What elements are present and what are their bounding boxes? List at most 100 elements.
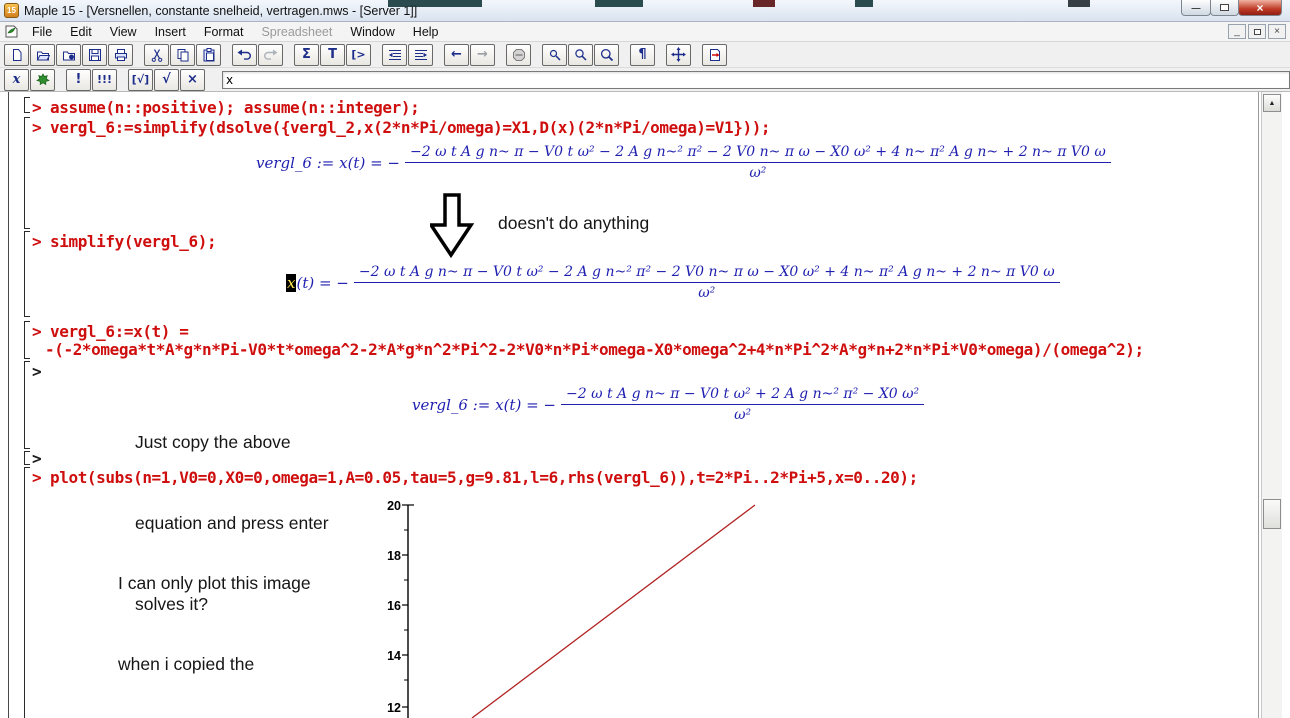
cut-button[interactable] bbox=[144, 44, 169, 66]
evaluate-worksheet-button[interactable]: Σ bbox=[294, 44, 319, 66]
open-url-button[interactable] bbox=[56, 44, 81, 66]
open-url-icon bbox=[62, 48, 76, 62]
input-prompt: > bbox=[32, 98, 41, 117]
check-syntax-button[interactable]: [√] bbox=[128, 69, 153, 91]
mdi-restore-icon bbox=[1254, 29, 1261, 35]
menu-format[interactable]: Format bbox=[195, 23, 253, 41]
mdi-minimize-button[interactable]: _ bbox=[1228, 24, 1246, 39]
copy-button[interactable] bbox=[170, 44, 195, 66]
menu-window[interactable]: Window bbox=[341, 23, 403, 41]
sigma-icon: Σ bbox=[302, 48, 311, 61]
stop-icon bbox=[512, 48, 526, 62]
output-equation-1: vergl_6 := x(t) = − −2 ω t A g n~ π − V0… bbox=[256, 144, 1111, 181]
maple-doc-icon bbox=[4, 24, 19, 39]
show-invisible-marks-button[interactable]: ¶ bbox=[630, 44, 655, 66]
group-bracket bbox=[24, 231, 30, 317]
redo-button[interactable] bbox=[258, 44, 283, 66]
insert-maple-input-button[interactable]: [> bbox=[346, 44, 371, 66]
new-button[interactable] bbox=[4, 44, 29, 66]
equation-lhs: vergl_6 := x(t) = − bbox=[412, 396, 556, 414]
text-icon: T bbox=[328, 48, 337, 61]
title-bar: 15 Maple 15 - [Versnellen, constante sne… bbox=[0, 0, 1290, 22]
down-arrow-annotation bbox=[430, 193, 476, 259]
background-window-fragment bbox=[595, 0, 643, 7]
y-tick-label: 20 bbox=[387, 499, 401, 513]
math-mode-button[interactable]: x bbox=[4, 69, 29, 91]
group-bracket bbox=[24, 467, 30, 718]
scrollbar-thumb[interactable] bbox=[1263, 499, 1281, 529]
paste-button[interactable] bbox=[196, 44, 221, 66]
plot-output[interactable]: 20 18 16 14 12 bbox=[380, 498, 780, 718]
menu-edit[interactable]: Edit bbox=[61, 23, 101, 41]
zoom-150-icon bbox=[574, 48, 588, 62]
command-line-input[interactable] bbox=[222, 71, 1290, 89]
maple-prompt-icon: [> bbox=[351, 49, 365, 60]
zoom-100-button[interactable] bbox=[542, 44, 567, 66]
numerator: −2 ω t A g n~ π − V0 t ω² − 2 A g n~² π²… bbox=[405, 144, 1111, 163]
zoom-200-icon bbox=[600, 48, 614, 62]
stop-button[interactable] bbox=[506, 44, 531, 66]
annotation-line: Just copy the above bbox=[135, 429, 329, 456]
x-symbol-icon: x bbox=[13, 73, 21, 86]
mdi-restore-button[interactable] bbox=[1248, 24, 1266, 39]
execute-statement-button[interactable]: ! bbox=[66, 69, 91, 91]
copy-icon bbox=[176, 48, 190, 62]
zoom-150-button[interactable] bbox=[568, 44, 593, 66]
equation-lhs: vergl_6 := x(t) = − bbox=[256, 154, 400, 172]
maple-input-continuation[interactable]: -(-2*omega*t*A*g*n*Pi-V0*t*omega^2-2*A*g… bbox=[45, 340, 1144, 359]
outdent-button[interactable] bbox=[382, 44, 407, 66]
pilcrow-icon: ¶ bbox=[638, 48, 646, 61]
denominator: ω² bbox=[734, 405, 751, 423]
insert-text-button[interactable]: T bbox=[320, 44, 345, 66]
maple-input-line[interactable]: assume(n::positive); assume(n::integer); bbox=[50, 98, 419, 117]
undo-button[interactable] bbox=[232, 44, 257, 66]
cancel-button[interactable]: × bbox=[180, 69, 205, 91]
maple-input-line[interactable]: vergl_6:=simplify(dsolve({vergl_2,x(2*n*… bbox=[50, 118, 770, 137]
empty-input-prompt[interactable]: > bbox=[32, 449, 41, 468]
print-icon bbox=[114, 48, 128, 62]
menu-bar: File Edit View Insert Format Spreadsheet… bbox=[0, 22, 1290, 42]
fraction: −2 ω t A g n~ π − V0 t ω² − 2 A g n~² π²… bbox=[405, 144, 1111, 181]
background-window-fragment bbox=[855, 0, 873, 7]
execute-worksheet-button[interactable]: !!! bbox=[92, 69, 117, 91]
close-button[interactable]: × bbox=[1238, 0, 1282, 16]
undo-icon bbox=[237, 48, 252, 61]
maple-input-line[interactable]: simplify(vergl_6); bbox=[50, 232, 216, 251]
check-icon: √ bbox=[162, 73, 171, 86]
go-forward-button[interactable]: → bbox=[470, 44, 495, 66]
print-button[interactable] bbox=[108, 44, 133, 66]
menu-insert[interactable]: Insert bbox=[146, 23, 195, 41]
group-bracket bbox=[24, 361, 30, 449]
save-button[interactable] bbox=[82, 44, 107, 66]
expand-view-button[interactable] bbox=[666, 44, 691, 66]
go-back-button[interactable]: ← bbox=[444, 44, 469, 66]
worksheet-right-border bbox=[1258, 92, 1259, 718]
confirm-button[interactable]: √ bbox=[154, 69, 179, 91]
minimize-button[interactable]: — bbox=[1181, 0, 1211, 16]
menu-view[interactable]: View bbox=[101, 23, 146, 41]
restore-button[interactable] bbox=[1210, 0, 1239, 16]
input-prompt: > bbox=[32, 322, 41, 341]
y-tick-label: 12 bbox=[387, 701, 401, 715]
main-toolbar: Σ T [> ← → ¶ bbox=[0, 42, 1290, 68]
menu-file[interactable]: File bbox=[23, 23, 61, 41]
menu-help[interactable]: Help bbox=[404, 23, 448, 41]
open-button[interactable] bbox=[30, 44, 55, 66]
fraction: −2 ω t A g n~ π − V0 t ω² − 2 A g n~² π²… bbox=[354, 264, 1060, 301]
maple-leaf-button[interactable] bbox=[30, 69, 55, 91]
bracket-check-icon: [√] bbox=[132, 74, 149, 85]
empty-input-prompt[interactable]: > bbox=[32, 362, 41, 381]
maple-input-line[interactable]: plot(subs(n=1,V0=0,X0=0,omega=1,A=0.05,t… bbox=[50, 468, 918, 487]
maple-input-line[interactable]: vergl_6:=x(t) = bbox=[50, 322, 189, 341]
vertical-scrollbar[interactable]: ▲ bbox=[1261, 92, 1282, 718]
indent-icon bbox=[414, 49, 428, 61]
mdi-close-button[interactable]: × bbox=[1268, 24, 1286, 39]
insert-tab-button[interactable] bbox=[702, 44, 727, 66]
worksheet-area[interactable]: > assume(n::positive); assume(n::integer… bbox=[0, 92, 1261, 718]
scroll-up-button[interactable]: ▲ bbox=[1263, 94, 1281, 112]
y-tick-label: 16 bbox=[387, 599, 401, 613]
indent-button[interactable] bbox=[408, 44, 433, 66]
zoom-200-button[interactable] bbox=[594, 44, 619, 66]
triple-exclamation-icon: !!! bbox=[97, 74, 112, 85]
annotation-can-only-plot: I can only plot this image when i copied… bbox=[118, 516, 316, 718]
